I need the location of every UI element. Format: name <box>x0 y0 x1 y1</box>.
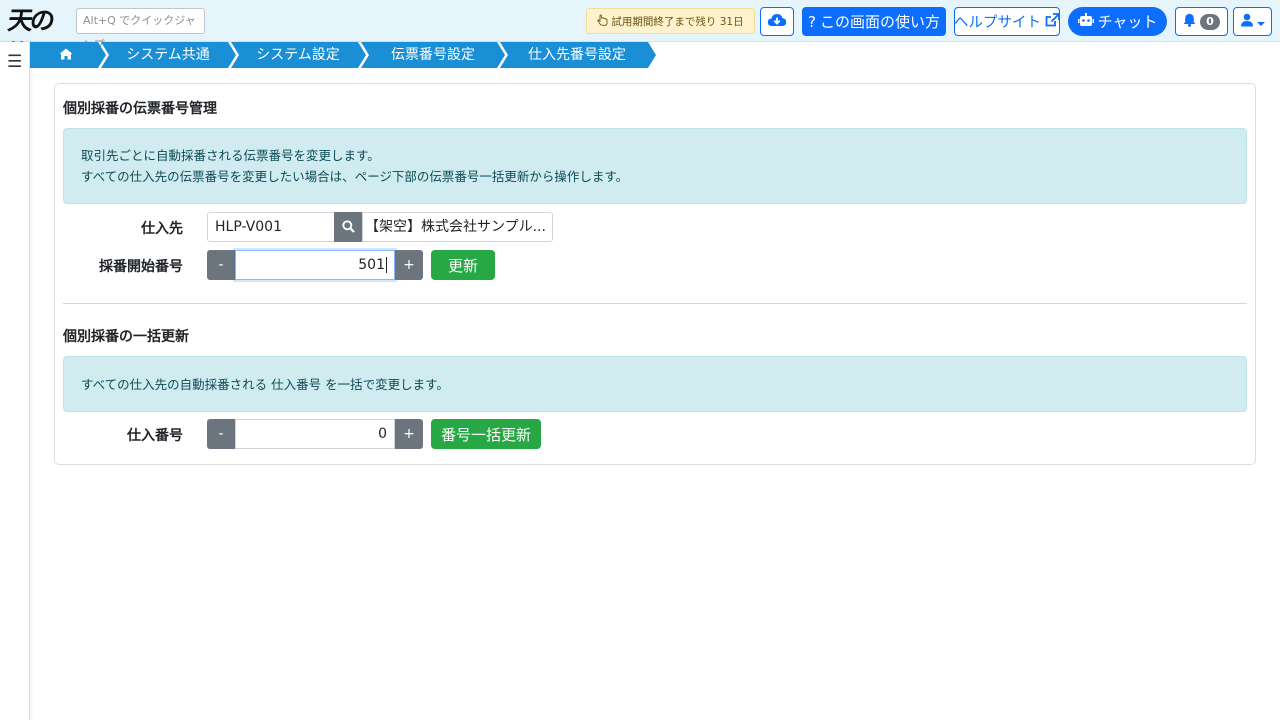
search-icon <box>342 218 355 237</box>
section-individual-numbering-title: 個別採番の伝票番号管理 <box>63 101 217 117</box>
notifications-button[interactable]: 0 <box>1175 7 1228 36</box>
external-link-icon <box>1045 12 1060 31</box>
purchase-number-increment-button[interactable]: + <box>395 419 423 449</box>
section-bulk-update-title: 個別採番の一括更新 <box>63 329 189 345</box>
info-box-individual: 取引先ごとに自動採番される伝票番号を変更します。 すべての仕入先の伝票番号を変更… <box>63 128 1247 204</box>
info-line-2: すべての仕入先の伝票番号を変更したい場合は、ページ下部の伝票番号一括更新から操作… <box>81 169 629 184</box>
notification-count-badge: 0 <box>1200 13 1220 30</box>
supplier-label: 仕入先 <box>141 221 183 237</box>
top-header: 天の蔵 Alt+Q でクイックジャンプ 試用期間終了まで残り 31日 ? この画… <box>0 0 1280 69</box>
main-card: 個別採番の伝票番号管理 取引先ごとに自動採番される伝票番号を変更します。 すべて… <box>54 83 1256 465</box>
text-cursor <box>386 257 387 273</box>
breadcrumb-system-common[interactable]: システム共通 <box>106 42 230 68</box>
user-icon <box>1240 13 1255 31</box>
chat-label: チャット <box>1097 13 1158 31</box>
user-menu-button[interactable] <box>1233 7 1272 36</box>
help-site-label: ヘルプサイト <box>954 15 1041 31</box>
info-line-1: 取引先ごとに自動採番される伝票番号を変更します。 <box>81 148 380 163</box>
breadcrumb-supplier-number-settings[interactable]: 仕入先番号設定 <box>504 42 650 68</box>
breadcrumb: システム共通 システム設定 伝票番号設定 仕入先番号設定 <box>30 42 670 68</box>
update-button[interactable]: 更新 <box>431 250 495 280</box>
chat-button[interactable]: チャット <box>1068 7 1167 36</box>
section-divider <box>63 303 1247 304</box>
breadcrumb-slip-number-settings[interactable]: 伝票番号設定 <box>366 42 500 68</box>
chevron-down-icon <box>1256 13 1265 31</box>
cloud-download-icon <box>767 13 787 31</box>
hamburger-menu-icon[interactable]: ☰ <box>7 52 22 72</box>
purchase-number-decrement-button[interactable]: - <box>207 419 235 449</box>
trial-period-badge: 試用期間終了まで残り 31日 <box>586 8 755 34</box>
supplier-code-input[interactable]: HLP-V001 <box>207 212 335 242</box>
breadcrumb-home[interactable] <box>30 42 102 68</box>
bell-icon <box>1183 13 1196 31</box>
app-logo[interactable]: 天の蔵 <box>1 4 73 69</box>
sidebar: ☰ <box>0 42 30 720</box>
start-number-label: 採番開始番号 <box>99 259 183 275</box>
start-number-decrement-button[interactable]: - <box>207 250 235 280</box>
robot-icon <box>1077 12 1094 31</box>
trial-text: 試用期間終了まで残り 31日 <box>611 15 744 28</box>
purchase-number-label: 仕入番号 <box>127 428 183 444</box>
supplier-name-field: 【架空】株式会社サンプル... <box>362 212 553 242</box>
download-button[interactable] <box>760 7 794 36</box>
bulk-info-line: すべての仕入先の自動採番される 仕入番号 を一括で変更します。 <box>81 377 449 392</box>
purchase-number-input[interactable]: 0 <box>235 419 395 449</box>
help-site-button[interactable]: ヘルプサイト <box>954 7 1060 36</box>
bulk-update-button[interactable]: 番号一括更新 <box>431 419 541 449</box>
question-icon: ? <box>808 12 816 31</box>
home-icon <box>59 47 73 63</box>
supplier-search-button[interactable] <box>334 212 363 242</box>
start-number-value: 501 <box>358 257 385 273</box>
breadcrumb-system-settings[interactable]: システム設定 <box>236 42 360 68</box>
usage-guide-label: この画面の使い方 <box>819 13 940 31</box>
hand-pointer-icon <box>597 13 608 29</box>
start-number-increment-button[interactable]: + <box>395 250 423 280</box>
start-number-input[interactable]: 501 <box>235 250 395 280</box>
quick-jump-input[interactable]: Alt+Q でクイックジャンプ <box>76 8 205 51</box>
usage-guide-button[interactable]: ? この画面の使い方 <box>802 7 946 36</box>
info-box-bulk: すべての仕入先の自動採番される 仕入番号 を一括で変更します。 <box>63 356 1247 412</box>
